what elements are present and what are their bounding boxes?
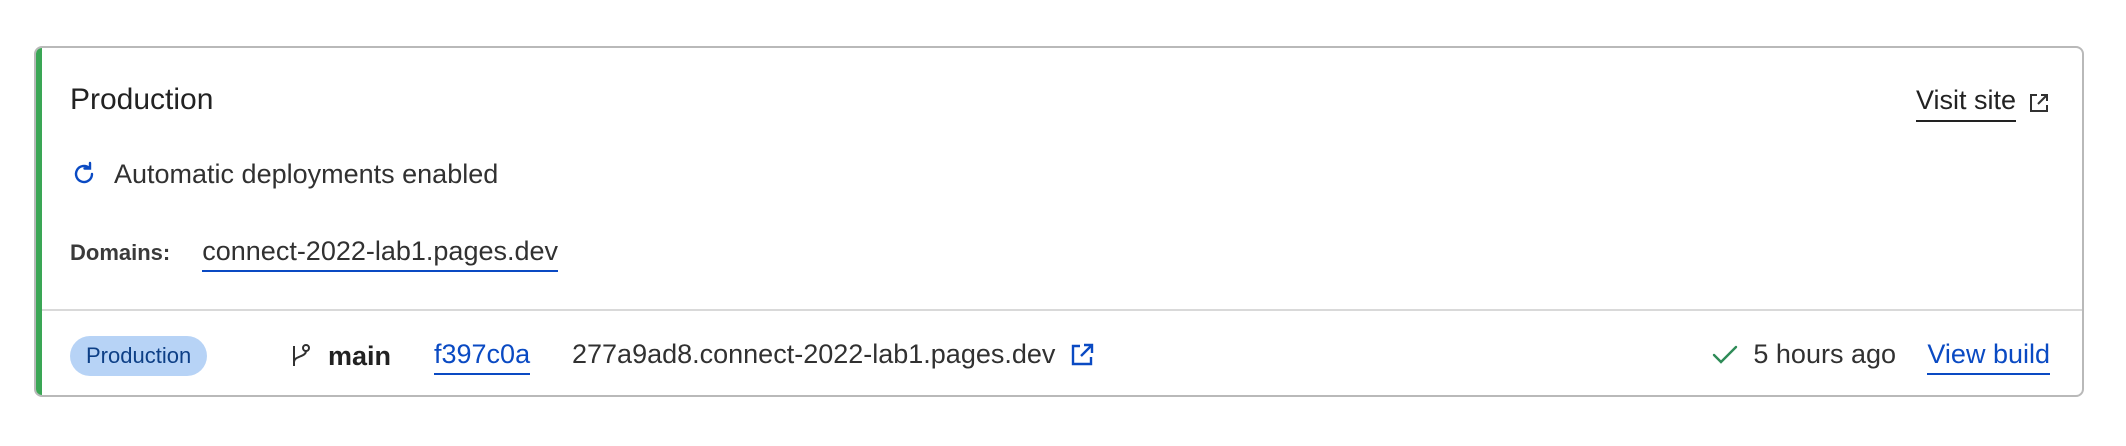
latest-deployment-row: Production main f397c0a 277a9ad8.connect… — [36, 311, 2082, 395]
auto-deployments-status: Automatic deployments enabled — [70, 158, 498, 190]
external-link-icon[interactable] — [1069, 342, 1095, 368]
card-header-section: Production Visit site Automatic deployme… — [36, 48, 2082, 309]
domain-link[interactable]: connect-2022-lab1.pages.dev — [202, 236, 559, 272]
domains-row: Domains: connect-2022-lab1.pages.dev — [70, 236, 559, 272]
branch-info: main — [288, 337, 391, 375]
deployment-url: 277a9ad8.connect-2022-lab1.pages.dev — [572, 339, 1095, 370]
card-title: Production — [70, 83, 214, 116]
branch-name: main — [328, 340, 392, 371]
visit-site-link[interactable]: Visit site — [1915, 84, 2050, 122]
view-build-link[interactable]: View build — [1927, 339, 2050, 375]
production-deployment-card: Production Visit site Automatic deployme… — [34, 46, 2084, 397]
commit-hash-link[interactable]: f397c0a — [434, 339, 531, 375]
deployment-url-text: 277a9ad8.connect-2022-lab1.pages.dev — [572, 339, 1056, 369]
deployment-status: 5 hours ago — [1711, 339, 1896, 370]
domains-label: Domains: — [70, 240, 171, 265]
deployment-time: 5 hours ago — [1753, 339, 1896, 369]
check-icon — [1711, 343, 1739, 367]
git-branch-icon — [288, 342, 314, 370]
environment-badge: Production — [70, 336, 208, 376]
visit-site-label: Visit site — [1915, 84, 2016, 122]
auto-deployments-label: Automatic deployments enabled — [114, 159, 499, 189]
refresh-icon — [70, 160, 98, 188]
external-link-icon — [2028, 92, 2050, 114]
